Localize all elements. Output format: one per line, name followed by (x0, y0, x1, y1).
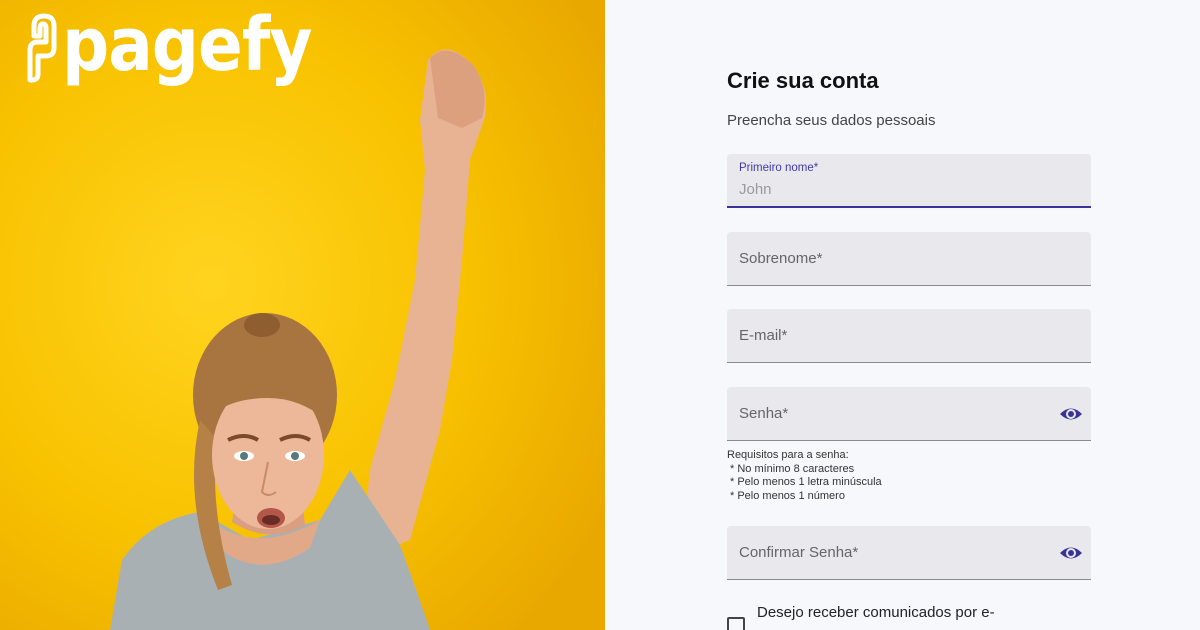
brand-logo: pagefy (26, 2, 313, 88)
requirement-item: * No mínimo 8 caracteres (730, 462, 855, 475)
confirm-password-label: Confirmar Senha* (739, 544, 859, 561)
last-name-label: Sobrenome* (739, 250, 823, 267)
brand-name: pagefy (62, 1, 313, 89)
password-requirements: Requisitos para a senha: * No mínimo 8 c… (727, 449, 882, 503)
password-label: Senha* (739, 405, 789, 422)
password-requirements-heading: Requisitos para a senha: (727, 449, 849, 461)
first-name-field[interactable]: Primeiro nome* John (727, 154, 1091, 208)
newsletter-checkbox[interactable] (727, 617, 745, 630)
email-label: E-mail* (739, 327, 788, 344)
logo-mark-icon (27, 13, 57, 83)
last-name-field[interactable]: Sobrenome* (727, 232, 1091, 286)
email-field[interactable]: E-mail* (727, 309, 1091, 363)
password-field[interactable]: Senha* (727, 387, 1091, 441)
newsletter-option: Desejo receber comunicados por e- (727, 604, 995, 630)
first-name-placeholder: John (739, 181, 772, 198)
first-name-label: Primeiro nome* (739, 162, 819, 174)
form-title: Crie sua conta (727, 68, 879, 93)
eye-icon[interactable] (1059, 403, 1083, 425)
form-subtitle: Preencha seus dados pessoais (727, 112, 936, 129)
eye-icon[interactable] (1059, 542, 1083, 564)
requirement-item: * Pelo menos 1 letra minúscula (730, 476, 882, 489)
signup-panel: Crie sua conta Preencha seus dados pesso… (605, 0, 1200, 630)
requirement-item: * Pelo menos 1 número (730, 489, 845, 502)
newsletter-label[interactable]: Desejo receber comunicados por e- (757, 604, 995, 621)
hero-panel: pagefy (0, 0, 605, 630)
confirm-password-field[interactable]: Confirmar Senha* (727, 526, 1091, 580)
hero-photo (0, 0, 605, 630)
